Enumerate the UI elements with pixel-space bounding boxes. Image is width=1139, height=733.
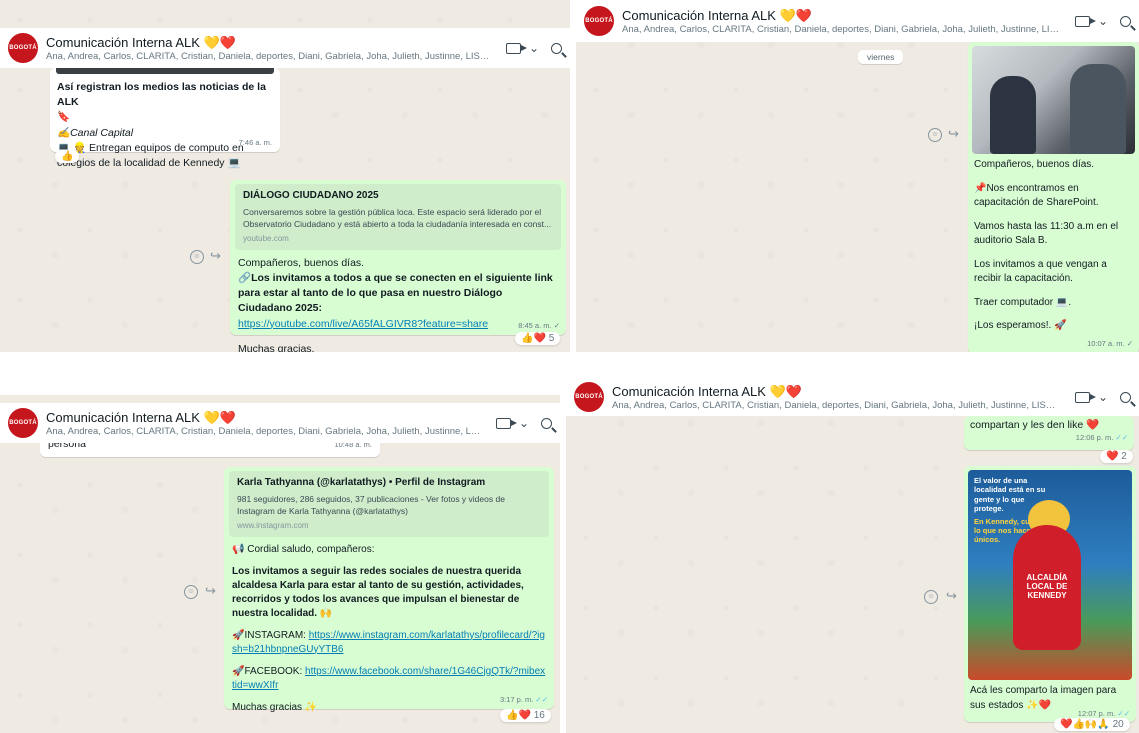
sp-greeting: Compañeros, buenos días. [974, 159, 1095, 170]
chat-members: Ana, Andrea, Carlos, CLARITA, Cristian, … [46, 50, 492, 62]
message-time: 8:45 a. m. ✓ [518, 321, 560, 331]
thanks-text: Muchas gracias ✨ [232, 701, 318, 713]
kennedy-poster-image[interactable]: El valor de una localidad está en su gen… [968, 470, 1132, 680]
greeting-text: 📢 Cordial saludo, compañeros: [232, 543, 375, 555]
mascot-shirt: ALCALDÍA LOCAL DE KENNEDY [1013, 525, 1081, 650]
message-time: 10:07 a. m. ✓ [1087, 339, 1133, 349]
message-time: 12:06 p. m. ✓✓ [1075, 433, 1128, 443]
facebook-label: 🚀FACEBOOK: [232, 665, 306, 677]
reaction-badge[interactable]: ❤️👍🙌🙏 20 [1054, 718, 1130, 731]
preview-title: DIÁLOGO CIUDADANO 2025 [243, 190, 379, 201]
sp-time: Vamos hasta las 11:30 a.m en el auditori… [974, 220, 1119, 247]
video-call-icon[interactable] [1074, 391, 1096, 403]
news-title: Así registran los medios las noticias de… [57, 81, 266, 109]
reaction-badge[interactable]: ❤️ 2 [1100, 450, 1133, 463]
forward-icon[interactable]: ↪ [205, 583, 216, 599]
link-preview[interactable]: DIÁLOGO CIUDADANO 2025 Conversaremos sob… [235, 184, 561, 250]
youtube-link[interactable]: https://youtube.com/live/A65fALGIVR8?fea… [238, 318, 488, 330]
sharepoint-message[interactable]: Compañeros, buenos días. 📌Nos encontramo… [968, 42, 1139, 352]
instagram-message[interactable]: Karla Tathyanna (@karlatathys) • Perfil … [224, 467, 554, 713]
chat-panel-2: BOGOTÁ Comunicación Interna ALK 💛❤️ Ana,… [576, 0, 1139, 352]
chat-header[interactable]: BOGOTÁ Comunicación Interna ALK 💛❤️ Ana,… [566, 378, 1139, 416]
link-preview[interactable]: Karla Tathyanna (@karlatathys) • Perfil … [229, 471, 549, 537]
chevron-down-icon[interactable]: ⌄ [529, 41, 539, 55]
message-text: compartan y les den like ❤️ [970, 419, 1100, 431]
sp-closing: ¡Los esperamos!. 🚀 [974, 320, 1067, 331]
preview-domain: youtube.com [243, 234, 289, 244]
chat-header[interactable]: BOGOTÁ Comunicación Interna ALK 💛❤️ Ana,… [0, 28, 570, 68]
date-divider: viernes [858, 50, 904, 64]
forward-icon[interactable]: ↪ [946, 588, 957, 604]
previous-message[interactable]: compartan y les den like ❤️ 12:06 p. m. … [964, 416, 1134, 450]
training-photo[interactable] [972, 46, 1135, 154]
chat-members: Ana, Andrea, Carlos, CLARITA, Cristian, … [612, 399, 1061, 411]
message-time: 7:46 a. m. [238, 138, 272, 148]
emoji-icon[interactable]: ☺ [928, 128, 942, 142]
chat-header[interactable]: BOGOTÁ Comunicación Interna ALK 💛❤️ Ana,… [576, 0, 1139, 42]
chat-header[interactable]: BOGOTÁ Comunicación Interna ALK 💛❤️ Ana,… [0, 403, 560, 443]
chat-title: Comunicación Interna ALK 💛❤️ [46, 34, 236, 50]
group-avatar[interactable]: BOGOTÁ [574, 382, 604, 412]
sp-bring: Traer computador 💻. [974, 296, 1072, 308]
preview-desc: Conversaremos sobre la gestión pública l… [243, 206, 552, 229]
poster-message[interactable]: El valor de una localidad está en su gen… [964, 466, 1136, 722]
dialogo-message[interactable]: DIÁLOGO CIUDADANO 2025 Conversaremos sob… [230, 180, 566, 352]
video-call-icon[interactable] [505, 42, 527, 54]
sp-location: 📌Nos encontramos en capacitación de Shar… [974, 182, 1099, 209]
sp-invite: Los invitamos a que vengan a recibir la … [974, 258, 1107, 285]
forward-icon[interactable]: ↪ [948, 126, 959, 142]
search-icon[interactable] [1120, 15, 1131, 27]
chat-title: Comunicación Interna ALK 💛❤️ [46, 409, 236, 425]
news-emoji: 🔖 [57, 111, 71, 124]
preview-domain: www.instagram.com [237, 521, 309, 531]
chat-panel-1: BOGOTÁ Comunicación Interna ALK 💛❤️ Ana,… [0, 0, 570, 352]
reaction-badge[interactable]: 👍❤️ 16 [500, 709, 551, 722]
message-time: 3:17 p. m. ✓✓ [499, 695, 548, 705]
thanks-text: Muchas gracias. [238, 342, 315, 352]
preview-desc: 981 seguidores, 286 seguidos, 37 publica… [237, 493, 505, 516]
person-silhouette [1070, 64, 1126, 154]
news-message[interactable]: Así registran los medios las noticias de… [50, 68, 280, 169]
person-silhouette [990, 76, 1036, 154]
body-text: Los invitamos a seguir las redes sociale… [232, 565, 524, 619]
group-avatar[interactable]: BOGOTÁ [584, 6, 614, 36]
chat-members: Ana, Andrea, Carlos, CLARITA, Cristian, … [46, 425, 482, 437]
search-icon[interactable] [1120, 391, 1131, 403]
search-icon[interactable] [551, 42, 562, 54]
greeting-text: Compañeros, buenos días. [238, 256, 365, 269]
chevron-down-icon[interactable]: ⌄ [1098, 390, 1108, 404]
reaction-badge[interactable]: 👍 [55, 150, 80, 163]
preview-title: Karla Tathyanna (@karlatathys) • Perfil … [237, 477, 486, 488]
invite-text: 🔗Los invitamos a todos a que se conecten… [238, 271, 553, 315]
forward-icon[interactable]: ↪ [210, 248, 221, 264]
chat-title: Comunicación Interna ALK 💛❤️ [622, 7, 812, 23]
video-call-icon[interactable] [495, 417, 517, 429]
emoji-icon[interactable]: ☺ [924, 590, 938, 604]
reaction-badge[interactable]: 👍❤️ 5 [515, 332, 561, 345]
search-icon[interactable] [541, 417, 552, 429]
emoji-icon[interactable]: ☺ [190, 250, 204, 264]
chat-panel-3: BOGOTÁ Comunicación Interna ALK 💛❤️ Ana,… [0, 395, 560, 733]
chevron-down-icon[interactable]: ⌄ [519, 416, 529, 430]
chat-title: Comunicación Interna ALK 💛❤️ [612, 383, 802, 399]
chat-panel-4: BOGOTÁ Comunicación Interna ALK 💛❤️ Ana,… [566, 378, 1139, 733]
group-avatar[interactable]: BOGOTÁ [8, 33, 38, 63]
news-thumb-strip [56, 68, 274, 74]
chat-members: Ana, Andrea, Carlos, CLARITA, Cristian, … [622, 23, 1061, 35]
instagram-label: 🚀INSTAGRAM: [232, 629, 309, 641]
video-call-icon[interactable] [1074, 15, 1096, 27]
chevron-down-icon[interactable]: ⌄ [1098, 14, 1108, 28]
group-avatar[interactable]: BOGOTÁ [8, 408, 38, 438]
emoji-icon[interactable]: ☺ [184, 585, 198, 599]
